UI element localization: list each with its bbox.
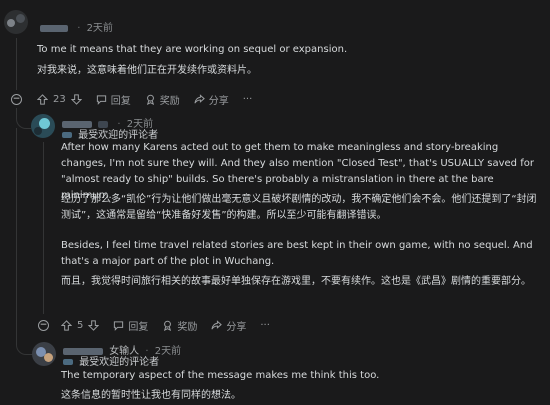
more-icon: ··· [260,319,270,331]
award-button[interactable]: 奖励 [162,318,197,333]
share-button[interactable]: 分享 [194,92,229,107]
upvote-icon[interactable] [37,93,48,105]
award-label: 奖励 [159,95,180,107]
comment-paragraph-en: Besides, I feel time travel related stor… [61,240,533,267]
more-icon: ··· [242,93,253,105]
comment-text-en: The temporary aspect of the message make… [61,370,380,381]
avatar[interactable] [31,114,55,138]
vote-count: 5 [77,319,84,331]
reply-icon [114,320,124,331]
award-label: 奖励 [177,321,198,333]
upvote-icon[interactable] [61,319,72,331]
thread-line [43,142,44,314]
more-options-button[interactable]: ··· [260,320,270,331]
more-options-button[interactable]: ··· [243,94,253,105]
minus-icon: − [12,94,21,104]
vote-count: 23 [53,93,66,105]
user-flair: 最受欢迎的评论者 [62,126,158,141]
avatar[interactable] [4,10,28,34]
comment-meta: · 2天前 [40,19,113,34]
collapse-thread-button[interactable]: − [38,320,49,331]
username-redacted[interactable] [40,24,68,32]
thread-connector [16,108,31,129]
comment-actions: 23 回复 奖励 分享 ··· [37,90,266,108]
vote-group: 23 [37,94,82,105]
flair-text: 最受欢迎的评论者 [79,357,160,368]
reply-button[interactable]: 回复 [113,318,148,333]
flair-icon [63,359,73,365]
vote-group: 5 [61,319,100,331]
reply-button[interactable]: 回复 [96,92,131,107]
share-button[interactable]: 分享 [211,318,246,333]
award-button[interactable]: 奖励 [145,92,180,107]
reply-label: 回复 [110,95,131,107]
downvote-icon[interactable] [70,93,82,105]
comment-actions: 5 回复 奖励 分享 ··· [61,316,284,334]
collapse-thread-button[interactable]: − [11,94,22,105]
flair-icon [62,132,72,138]
comment-paragraph-zh: 而且，我觉得时间旅行相关的故事最好单独保存在游戏里，不要有续作。这也是《武昌》剧… [61,276,531,287]
thread-line [16,128,17,332]
share-icon [194,93,205,103]
share-icon [211,319,223,329]
avatar[interactable] [32,342,56,366]
thread-line [16,38,17,90]
award-icon [164,320,172,331]
comment-text-zh: 这条信息的暂时性让我也有同样的想法。 [61,390,241,401]
comment-paragraph-zh: 经历了那么多“凯伦”行为让他们做出毫无意义且破坏剧情的改动，我不确定他们会不会。… [61,194,537,221]
comment-text-zh: 对我来说，这意味着他们正在开发续作或资料片。 [37,65,257,76]
reply-icon [96,94,106,105]
share-label: 分享 [226,321,247,333]
timestamp: 2天前 [86,23,113,34]
award-icon [146,94,154,105]
separator-dot: · [77,23,81,34]
share-label: 分享 [208,95,229,107]
downvote-icon[interactable] [88,319,100,331]
comment-text-en: To me it means that they are working on … [37,44,348,55]
reply-label: 回复 [128,321,149,333]
thread-connector [16,332,33,355]
user-flair: 最受欢迎的评论者 [63,353,159,368]
minus-icon: − [39,320,48,330]
